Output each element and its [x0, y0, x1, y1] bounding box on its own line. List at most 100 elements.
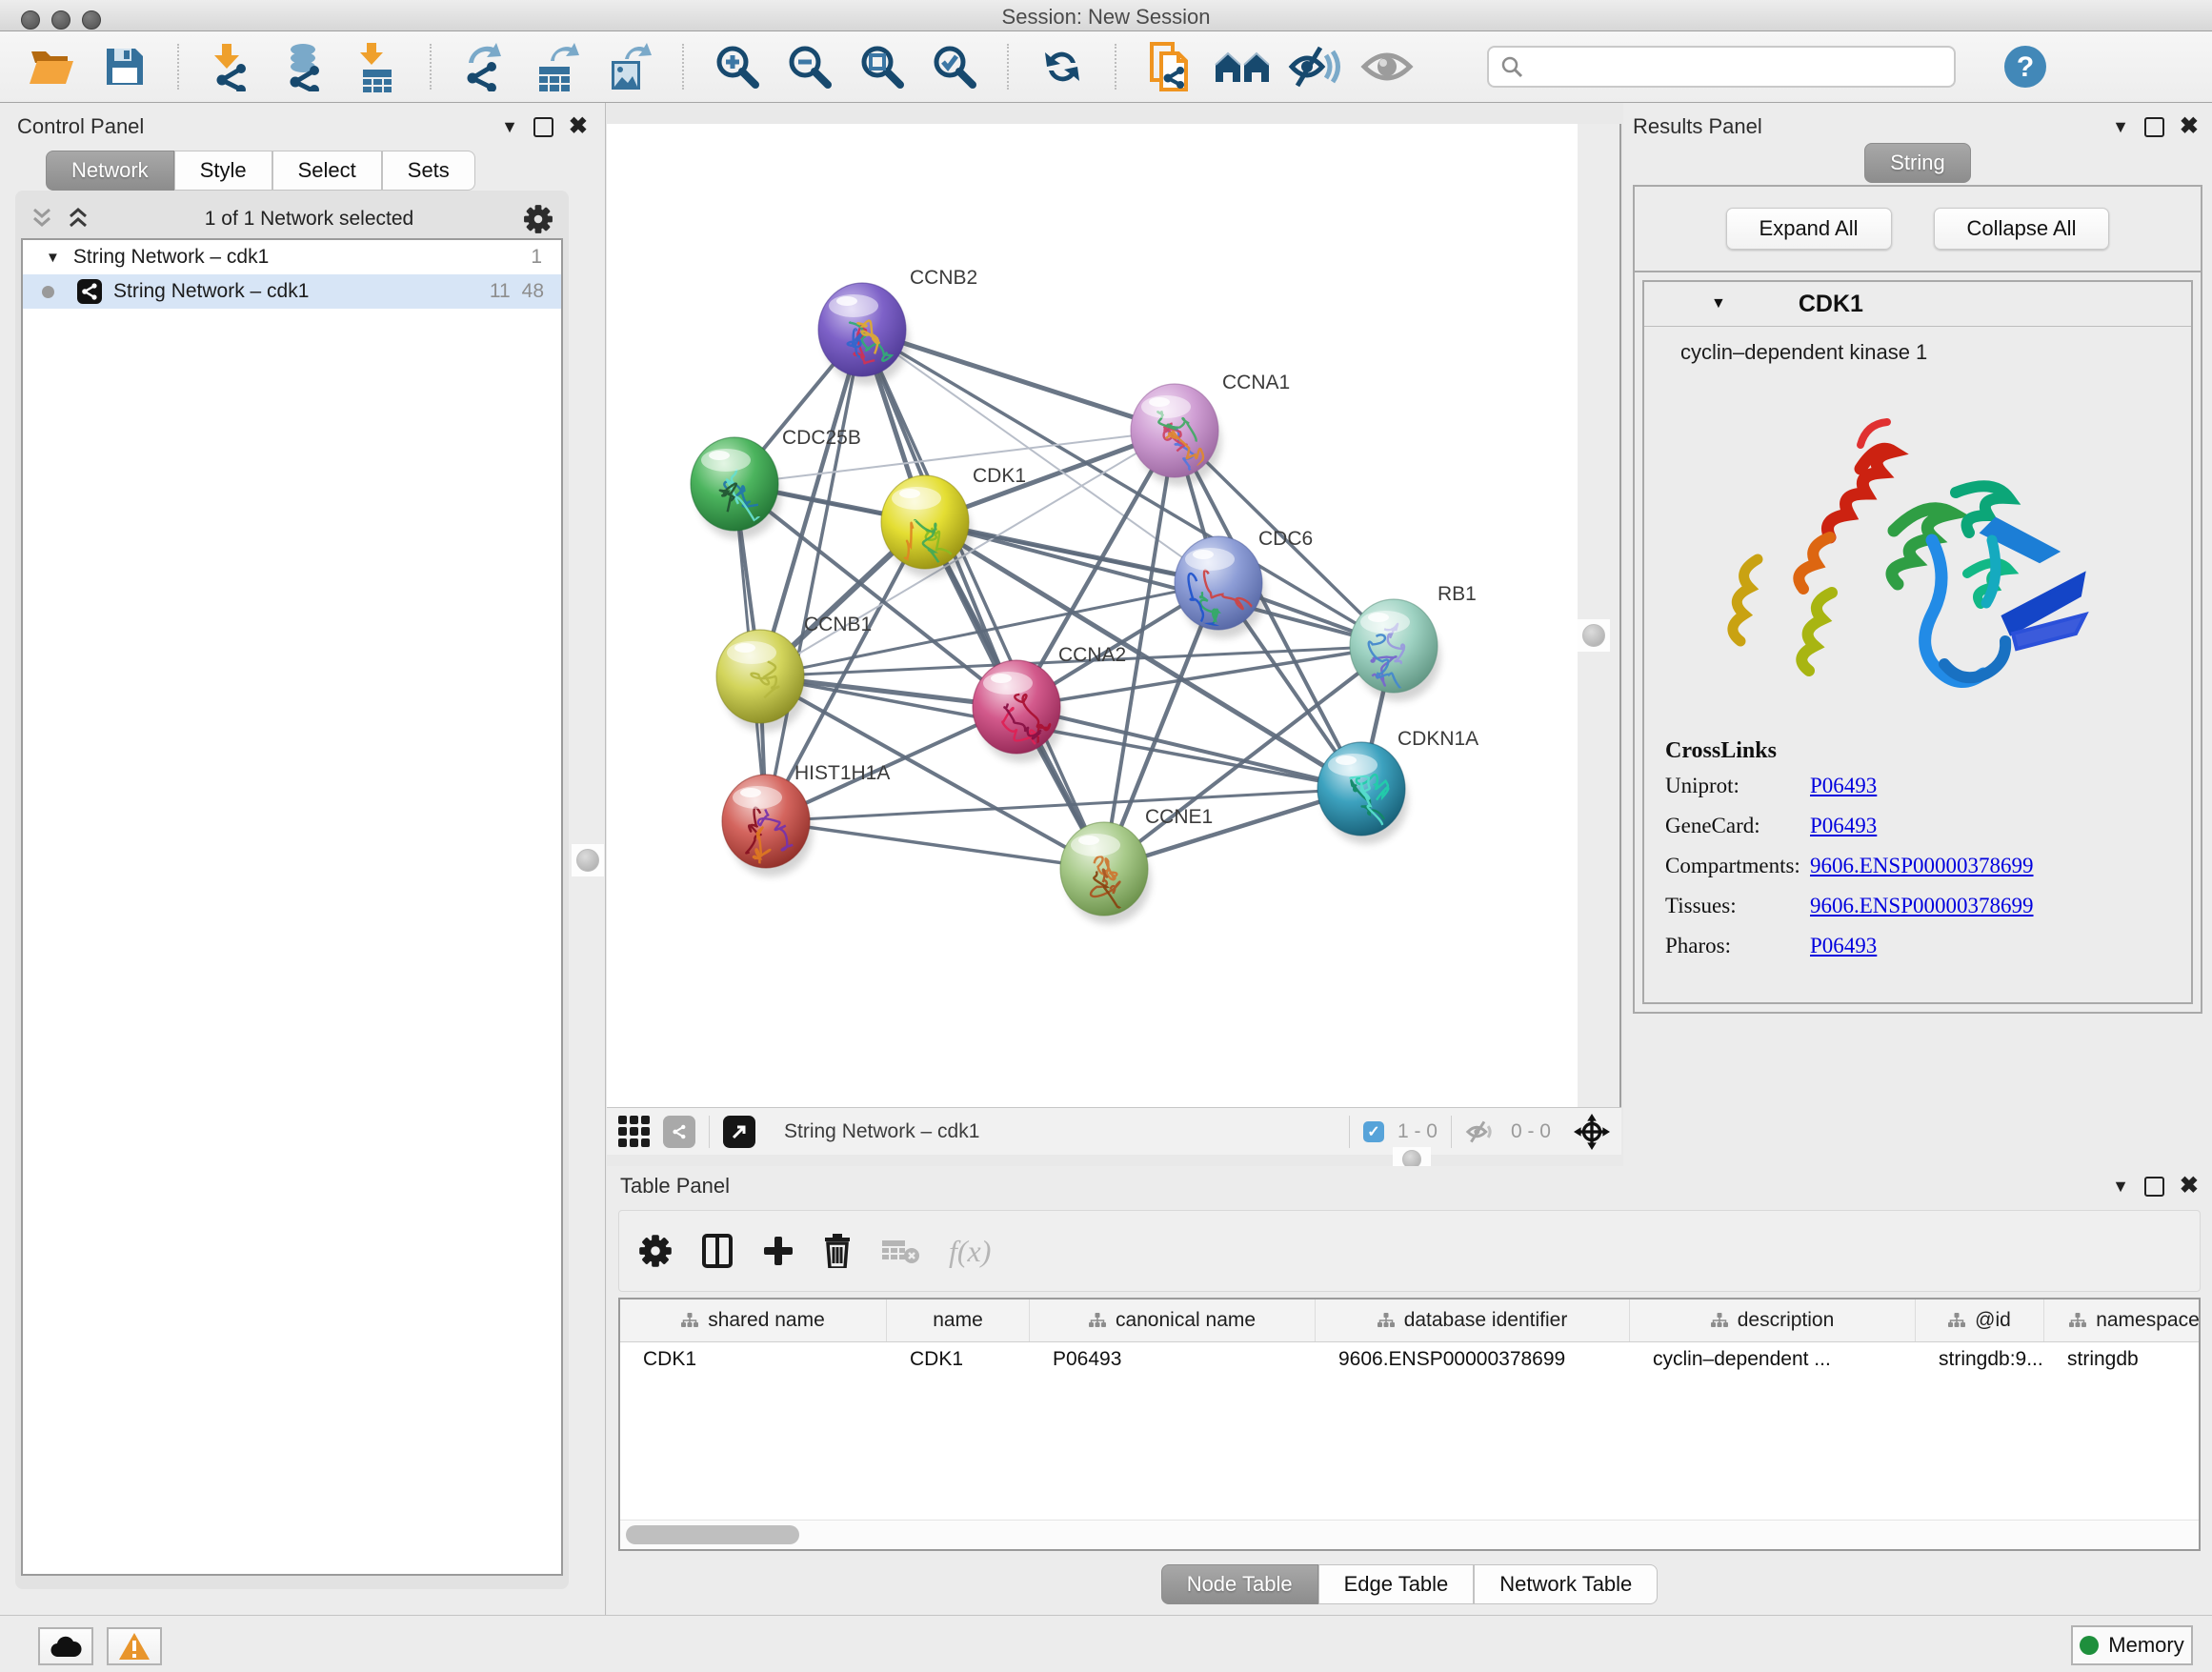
selected-checkbox-icon[interactable]: ✓: [1363, 1121, 1384, 1142]
column-tree-icon: [1089, 1313, 1106, 1328]
tab-select[interactable]: Select: [272, 151, 382, 191]
show-all-networks-button[interactable]: [1213, 40, 1272, 93]
clone-network-button[interactable]: [1140, 40, 1199, 93]
column-header-description[interactable]: description: [1630, 1299, 1916, 1341]
fit-content-crosshair-icon[interactable]: [1574, 1114, 1610, 1150]
zoom-selected-button[interactable]: [925, 40, 984, 93]
tab-style[interactable]: Style: [174, 151, 272, 191]
control-panel-close-icon[interactable]: ✖: [569, 115, 588, 138]
cloud-button[interactable]: [38, 1627, 93, 1665]
crosslink-link[interactable]: 9606.ENSP00000378699: [1810, 854, 2034, 878]
column-header-@id[interactable]: @id: [1916, 1299, 2044, 1341]
table-settings-button[interactable]: [638, 1234, 673, 1268]
network-collection-row[interactable]: ▼ String Network – cdk1 1: [23, 240, 561, 274]
warnings-button[interactable]: [107, 1627, 162, 1665]
zoom-out-button[interactable]: [780, 40, 839, 93]
network-edge-CCNB2-CCNA1[interactable]: [862, 330, 1175, 431]
delete-column-button[interactable]: [823, 1234, 852, 1268]
network-view-statusbar: String Network – cdk1 ✓ 1 - 0 0 - 0: [607, 1107, 1621, 1155]
memory-button[interactable]: Memory: [2071, 1625, 2193, 1665]
export-table-button[interactable]: [528, 40, 587, 93]
zoom-fit-button[interactable]: [853, 40, 912, 93]
table-row[interactable]: CDK1CDK1P064939606.ENSP00000378699cyclin…: [620, 1342, 2199, 1380]
open-folder-icon: [28, 46, 77, 88]
delete-table-button[interactable]: [880, 1237, 920, 1265]
table-panel-close-icon[interactable]: ✖: [2180, 1175, 2199, 1198]
search-input[interactable]: [1531, 55, 1942, 79]
network-edge-CCNB2-CCNE1[interactable]: [862, 330, 1104, 869]
network-edge-HIST1H1A-CCNE1[interactable]: [766, 821, 1104, 869]
tab-network[interactable]: Network: [46, 151, 174, 191]
network-node-HIST1H1A[interactable]: HIST1H1A: [722, 762, 890, 876]
zoom-in-icon: [714, 43, 761, 91]
gene-expander-icon[interactable]: ▼: [1711, 295, 1726, 312]
collapse-all-button[interactable]: Collapse All: [1934, 208, 2110, 250]
table-panel-float-icon[interactable]: [2144, 1177, 2164, 1197]
table-panel-menu-icon[interactable]: ▼: [2112, 1178, 2129, 1195]
collapse-all-icon[interactable]: [30, 207, 59, 232]
crosslink-label: Uniprot:: [1665, 774, 1810, 798]
import-network-file-button[interactable]: [203, 40, 262, 93]
network-node-CCNB2[interactable]: CCNB2: [818, 267, 977, 385]
network-node-CCNA1[interactable]: CCNA1: [1131, 372, 1290, 486]
zoom-in-button[interactable]: [708, 40, 767, 93]
column-header-canonical-name[interactable]: canonical name: [1030, 1299, 1316, 1341]
save-session-button[interactable]: [95, 40, 154, 93]
show-columns-button[interactable]: [701, 1233, 734, 1269]
crosslink-link[interactable]: P06493: [1810, 774, 1877, 798]
apply-layout-button[interactable]: [1033, 40, 1092, 93]
tab-string[interactable]: String: [1864, 143, 1970, 183]
open-in-window-icon[interactable]: [723, 1116, 755, 1148]
network-row[interactable]: String Network – cdk1 11 48: [23, 274, 561, 309]
column-header-namespace[interactable]: namespace: [2044, 1299, 2201, 1341]
tab-node-table[interactable]: Node Table: [1161, 1564, 1318, 1604]
show-hide-panel-button[interactable]: [1357, 40, 1417, 93]
column-header-database-identifier[interactable]: database identifier: [1316, 1299, 1630, 1341]
network-node-CDC25B[interactable]: CDC25B: [691, 427, 861, 550]
table-horizontal-scrollbar[interactable]: [620, 1520, 2199, 1549]
tab-network-table[interactable]: Network Table: [1474, 1564, 1658, 1604]
network-canvas[interactable]: CCNB2CCNA1CDC25BCDK1CDC6RB1CCNB1CCNA2CDK…: [607, 124, 1578, 1107]
plus-icon: [762, 1235, 794, 1267]
network-options-gear-icon[interactable]: [523, 204, 553, 234]
right-splitter-handle[interactable]: [1578, 619, 1610, 652]
column-header-shared-name[interactable]: shared name: [620, 1299, 887, 1341]
network-edge-CCNA2-CDKN1A[interactable]: [1016, 707, 1361, 789]
help-button[interactable]: ?: [1996, 40, 2055, 93]
function-builder-button[interactable]: f(x): [949, 1234, 991, 1269]
crosslink-link[interactable]: 9606.ENSP00000378699: [1810, 894, 2034, 918]
clone-network-icon: [1146, 40, 1194, 93]
crosslink-link[interactable]: P06493: [1810, 814, 1877, 838]
collection-expander-icon[interactable]: ▼: [46, 250, 60, 266]
control-panel: Control Panel ▼ ✖ NetworkStyleSelectSets…: [0, 103, 606, 1615]
hidden-eye-slash-icon: [1465, 1119, 1498, 1144]
import-network-database-button[interactable]: [275, 40, 334, 93]
crosslink-link[interactable]: P06493: [1810, 934, 1877, 958]
export-image-button[interactable]: [600, 40, 659, 93]
node-label-CCNB2: CCNB2: [910, 267, 977, 289]
network-node-RB1[interactable]: RB1: [1350, 583, 1477, 701]
column-header-name[interactable]: name: [887, 1299, 1030, 1341]
results-panel-close-icon[interactable]: ✖: [2180, 115, 2199, 138]
network-node-CDKN1A[interactable]: CDKN1A: [1317, 728, 1478, 844]
table-toolbar: f(x): [618, 1210, 2201, 1292]
birds-eye-grid-icon[interactable]: [618, 1116, 650, 1147]
results-panel-menu-icon[interactable]: ▼: [2112, 118, 2129, 135]
import-table-button[interactable]: [348, 40, 407, 93]
open-session-button[interactable]: [23, 40, 82, 93]
string-view-icon[interactable]: [663, 1116, 695, 1148]
control-panel-float-icon[interactable]: [533, 117, 553, 137]
expand-all-icon[interactable]: [67, 207, 95, 232]
control-panel-menu-icon[interactable]: ▼: [501, 118, 518, 135]
toggle-graphics-details-button[interactable]: [1285, 40, 1344, 93]
network-results-splitter[interactable]: [1578, 124, 1621, 1107]
column-label: @id: [1975, 1309, 2011, 1332]
export-network-button[interactable]: [455, 40, 514, 93]
tab-sets[interactable]: Sets: [382, 151, 475, 191]
left-splitter-handle[interactable]: [572, 844, 604, 876]
add-column-button[interactable]: [762, 1235, 794, 1267]
scrollbar-thumb[interactable]: [626, 1525, 799, 1544]
expand-all-button[interactable]: Expand All: [1726, 208, 1892, 250]
results-panel-float-icon[interactable]: [2144, 117, 2164, 137]
tab-edge-table[interactable]: Edge Table: [1318, 1564, 1475, 1604]
